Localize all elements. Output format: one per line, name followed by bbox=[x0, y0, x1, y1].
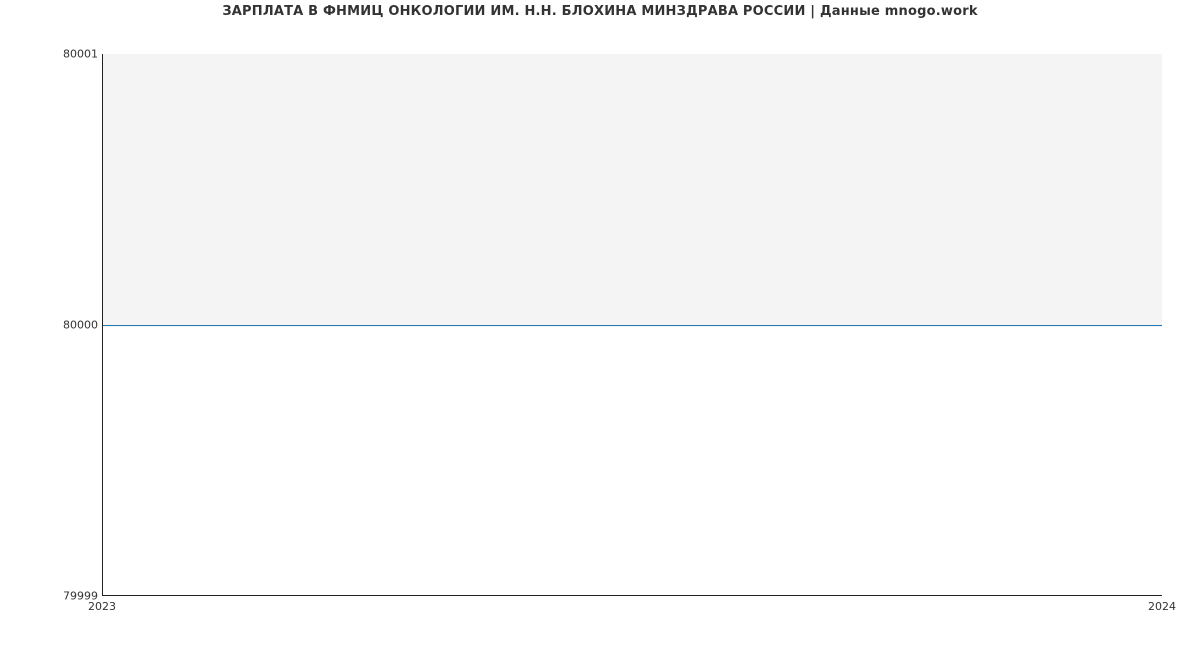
plot-lower-mask bbox=[103, 327, 1162, 595]
y-tick-label: 80001 bbox=[4, 48, 98, 61]
x-tick-label: 2024 bbox=[1148, 600, 1176, 613]
chart-title: ЗАРПЛАТА В ФНМИЦ ОНКОЛОГИИ ИМ. Н.Н. БЛОХ… bbox=[0, 4, 1200, 19]
y-tick-label: 79999 bbox=[4, 590, 98, 603]
plot-area bbox=[102, 54, 1162, 596]
chart-container: ЗАРПЛАТА В ФНМИЦ ОНКОЛОГИИ ИМ. Н.Н. БЛОХ… bbox=[0, 0, 1200, 650]
y-tick-label: 80000 bbox=[4, 319, 98, 332]
series-line bbox=[103, 325, 1162, 326]
x-tick-label: 2023 bbox=[88, 600, 116, 613]
